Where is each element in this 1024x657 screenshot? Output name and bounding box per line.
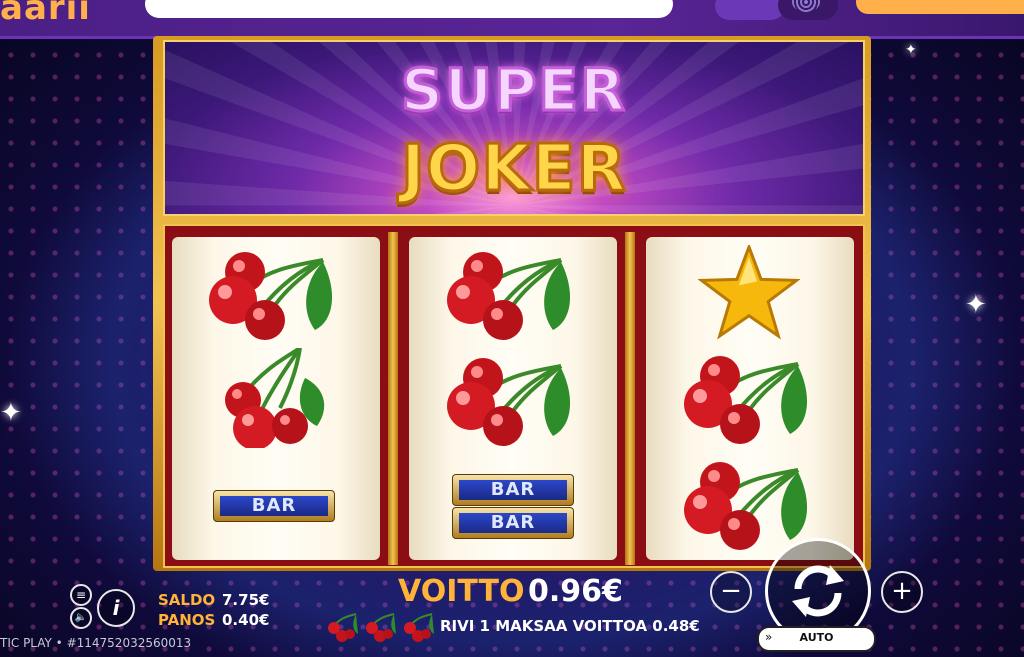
bar-label: BAR xyxy=(220,496,328,516)
bet-value: 0.40€ xyxy=(222,611,270,629)
bar-icon: BAR xyxy=(452,474,574,506)
cherry-icon xyxy=(447,252,571,340)
site-deposit-button[interactable] xyxy=(856,0,1024,14)
spin-icon xyxy=(792,565,844,617)
autoplay-button[interactable]: » AUTO xyxy=(757,626,876,652)
cherry-icon xyxy=(447,358,571,446)
sound-icon[interactable]: 🔈 xyxy=(70,607,92,629)
bar-icon: BAR xyxy=(213,490,335,522)
autoplay-label: AUTO xyxy=(799,631,834,644)
cherry-icon xyxy=(684,356,808,444)
win-label: VOITTO xyxy=(398,574,525,609)
win-line-text: RIVI 1 MAKSAA VOITTOA 0.48€ xyxy=(440,617,700,635)
game-title-joker: JOKER xyxy=(400,131,628,208)
star-icon xyxy=(698,245,800,340)
reel-separator xyxy=(625,232,635,565)
game-title-banner: SUPER JOKER xyxy=(163,40,865,216)
sparkle-icon: ✦ xyxy=(905,42,917,58)
site-logo[interactable]: aarii xyxy=(0,0,91,28)
site-top-bar: aarii xyxy=(0,0,1024,39)
sparkle-icon: ✦ xyxy=(965,290,987,320)
game-id-footer: TIC PLAY • #114752032560013 xyxy=(0,636,192,650)
game-title-super: SUPER xyxy=(400,55,627,126)
site-menu-button[interactable] xyxy=(715,0,785,20)
cherry-icon xyxy=(328,613,434,642)
bar-icon: BAR xyxy=(452,507,574,539)
reel-separator xyxy=(388,232,398,565)
win-value: 0.96€ xyxy=(528,574,623,609)
balance-value: 7.75€ xyxy=(222,591,270,609)
minus-icon[interactable]: − xyxy=(710,571,752,613)
site-search-input[interactable] xyxy=(145,0,673,18)
sparkle-icon: ✦ xyxy=(0,398,22,428)
bar-label: BAR xyxy=(459,480,567,500)
info-icon[interactable]: i xyxy=(97,589,135,627)
cherry-icon xyxy=(209,252,333,340)
balance-label: SALDO xyxy=(158,591,216,609)
bar-label: BAR xyxy=(459,513,567,533)
bet-label: PANOS xyxy=(158,611,216,629)
plus-icon[interactable]: + xyxy=(881,571,923,613)
cherry-icon xyxy=(225,348,325,448)
menu-icon[interactable]: ≡ xyxy=(70,584,92,606)
site-avatar-button[interactable] xyxy=(778,0,838,20)
